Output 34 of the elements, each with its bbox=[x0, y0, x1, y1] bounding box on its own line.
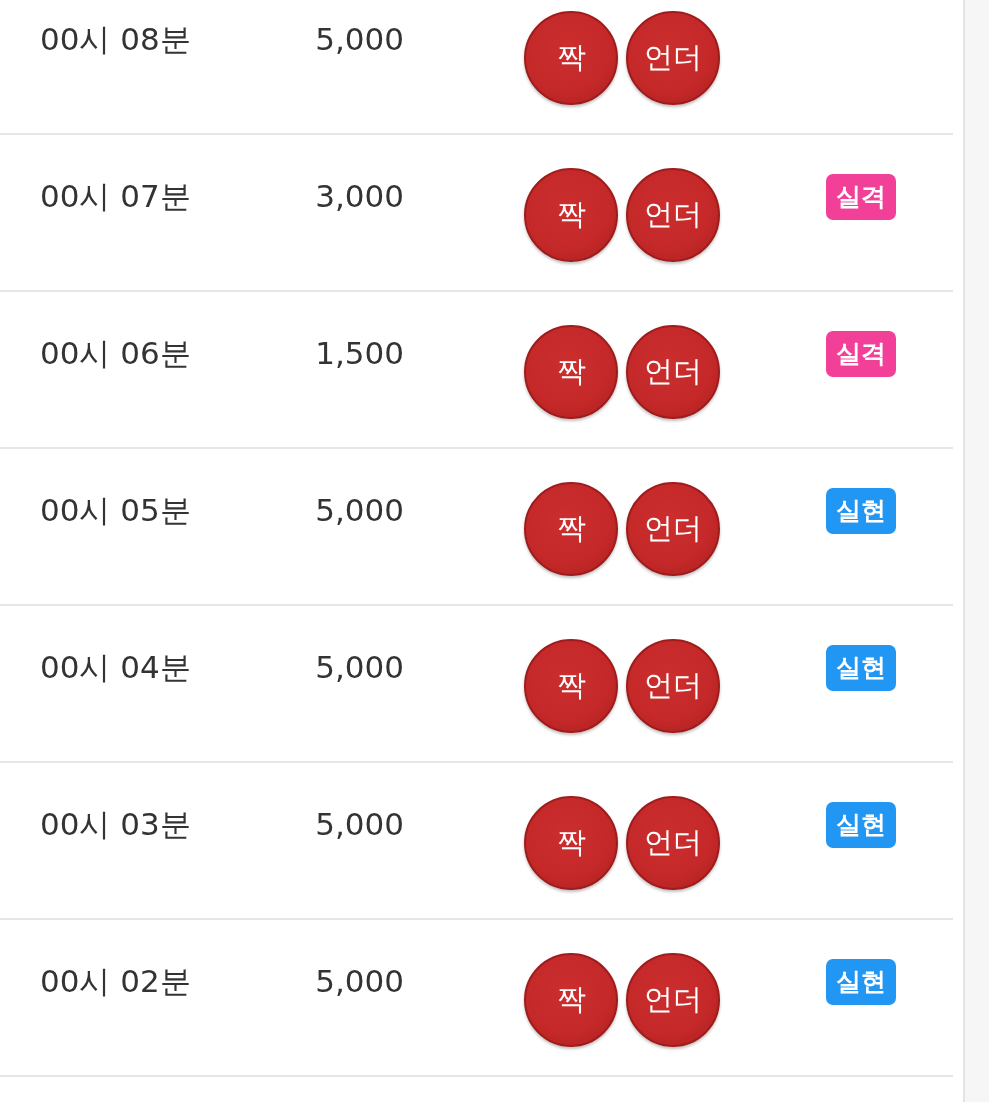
amount-text: 5,000 bbox=[314, 491, 404, 530]
amount-text: 5,000 bbox=[314, 20, 404, 59]
pick-chip: 언더 bbox=[626, 953, 720, 1047]
pick-chip: 언더 bbox=[626, 482, 720, 576]
time-text: 00시 07분 bbox=[40, 177, 192, 216]
amount-text: 3,000 bbox=[314, 177, 404, 216]
pick-chip: 짝 bbox=[524, 639, 618, 733]
amount-text: 5,000 bbox=[314, 962, 404, 1001]
pick-chip: 짝 bbox=[524, 482, 618, 576]
pick-chip: 짝 bbox=[524, 11, 618, 105]
amount-text: 1,500 bbox=[314, 334, 404, 373]
amount-text: 5,000 bbox=[314, 648, 404, 687]
pick-chip: 언더 bbox=[626, 168, 720, 262]
time-text: 00시 08분 bbox=[40, 20, 192, 59]
amount-text: 5,000 bbox=[314, 805, 404, 844]
pick-chip: 언더 bbox=[626, 639, 720, 733]
time-text: 00시 06분 bbox=[40, 334, 192, 373]
time-text: 00시 03분 bbox=[40, 805, 192, 844]
pick-chip: 언더 bbox=[626, 325, 720, 419]
pick-chip: 언더 bbox=[626, 796, 720, 890]
pick-chip: 언더 bbox=[626, 11, 720, 105]
pick-chip: 짝 bbox=[524, 168, 618, 262]
result-badge: 실현 bbox=[826, 959, 896, 1005]
result-badge: 실격 bbox=[826, 174, 896, 220]
result-badge: 실현 bbox=[826, 645, 896, 691]
time-text: 00시 02분 bbox=[40, 962, 192, 1001]
pick-chip: 짝 bbox=[524, 325, 618, 419]
result-badge: 실현 bbox=[826, 488, 896, 534]
pick-chip: 짝 bbox=[524, 953, 618, 1047]
result-badge: 실격 bbox=[826, 331, 896, 377]
time-text: 00시 05분 bbox=[40, 491, 192, 530]
pick-chip: 짝 bbox=[524, 796, 618, 890]
time-text: 00시 04분 bbox=[40, 648, 192, 687]
result-badge: 실현 bbox=[826, 802, 896, 848]
